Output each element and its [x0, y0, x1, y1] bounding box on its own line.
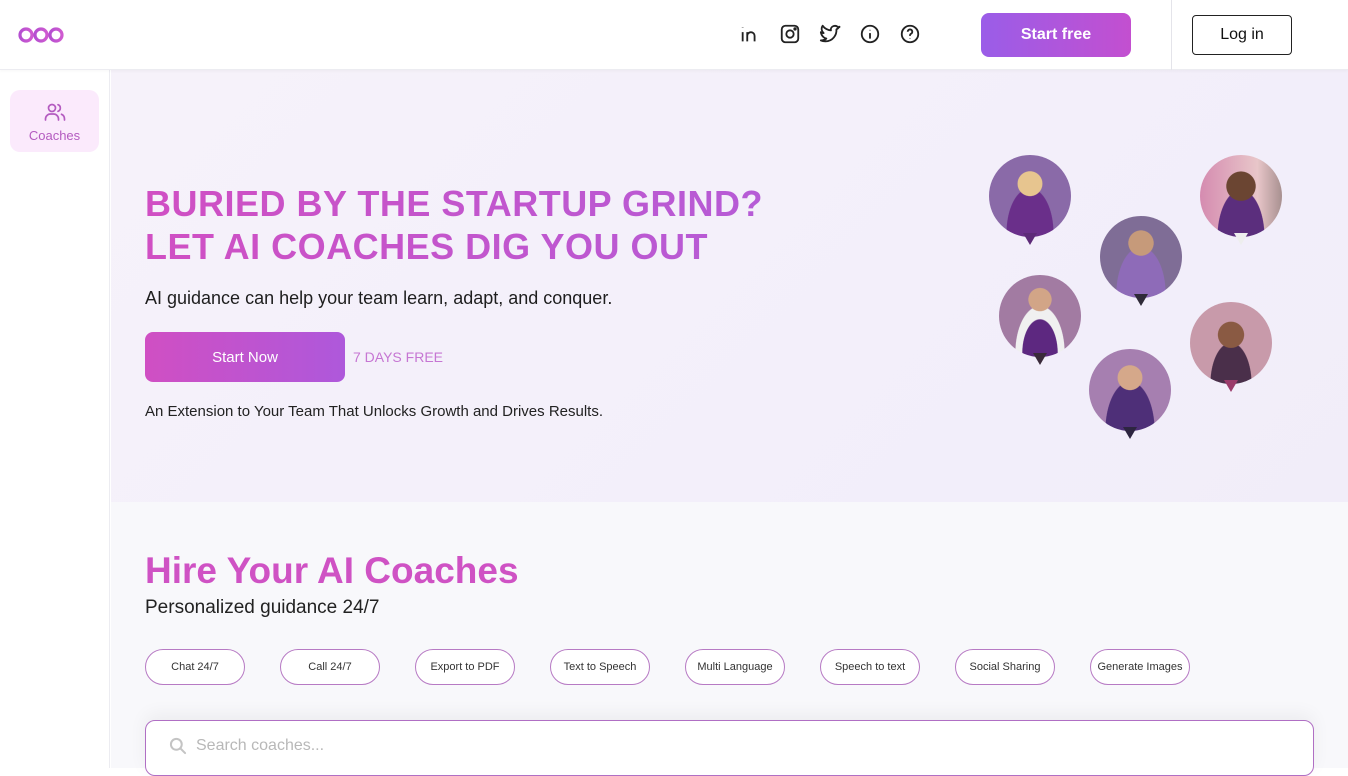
hero-subtitle: AI guidance can help your team learn, ad…	[145, 288, 613, 308]
sidebar-item-coaches[interactable]: Coaches	[10, 90, 99, 152]
feature-chip[interactable]: Multi Language	[685, 649, 785, 685]
coach-avatar[interactable]	[989, 155, 1071, 245]
hero-title-line2: LET AI COACHES DIG YOU OUT	[145, 226, 709, 267]
feature-chip[interactable]: Generate Images	[1090, 649, 1190, 685]
coach-avatar[interactable]	[1200, 155, 1282, 245]
section-title: Hire Your AI Coaches	[145, 550, 519, 591]
search-coaches-input[interactable]	[196, 731, 1296, 761]
coach-avatar[interactable]	[1100, 216, 1182, 306]
login-button[interactable]: Log in	[1192, 15, 1292, 55]
start-now-button[interactable]: Start Now	[145, 332, 345, 382]
header-divider	[1171, 0, 1172, 70]
section-subtitle: Personalized guidance 24/7	[145, 597, 380, 618]
feature-chip[interactable]: Export to PDF	[415, 649, 515, 685]
coaches-section: Hire Your AI Coaches Personalized guidan…	[111, 502, 1348, 776]
top-navbar: Start free Log in	[0, 0, 1348, 70]
hero-title-line1: BURIED BY THE STARTUP GRIND?	[145, 183, 764, 224]
hero-title: BURIED BY THE STARTUP GRIND? LET AI COAC…	[145, 182, 763, 268]
coach-avatar[interactable]	[1089, 349, 1171, 439]
feature-chip[interactable]: Chat 24/7	[145, 649, 245, 685]
help-icon[interactable]	[898, 22, 922, 46]
feature-chip[interactable]: Text to Speech	[550, 649, 650, 685]
info-icon[interactable]	[858, 22, 882, 46]
hero-section: BURIED BY THE STARTUP GRIND? LET AI COAC…	[111, 70, 1348, 502]
sidebar-item-label: Coaches	[28, 127, 81, 143]
feature-chip[interactable]: Call 24/7	[280, 649, 380, 685]
hero-tagline: An Extension to Your Team That Unlocks G…	[145, 403, 604, 420]
feature-chip[interactable]: Social Sharing	[955, 649, 1055, 685]
coach-avatar[interactable]	[1190, 302, 1272, 392]
feature-chip[interactable]: Speech to text	[820, 649, 920, 685]
sidebar: Coaches	[0, 70, 110, 768]
coach-avatar[interactable]	[999, 275, 1081, 365]
logo-icon[interactable]	[18, 26, 64, 44]
twitter-icon[interactable]	[818, 22, 842, 46]
trial-text: 7 DAYS FREE	[353, 349, 443, 365]
linkedin-icon[interactable]	[738, 22, 762, 46]
search-icon	[169, 737, 187, 755]
start-free-button[interactable]: Start free	[981, 13, 1131, 57]
feature-chips: Chat 24/7 Call 24/7 Export to PDF Text t…	[145, 649, 1190, 685]
instagram-icon[interactable]	[778, 22, 802, 46]
social-links	[738, 22, 922, 46]
users-icon	[44, 103, 65, 121]
